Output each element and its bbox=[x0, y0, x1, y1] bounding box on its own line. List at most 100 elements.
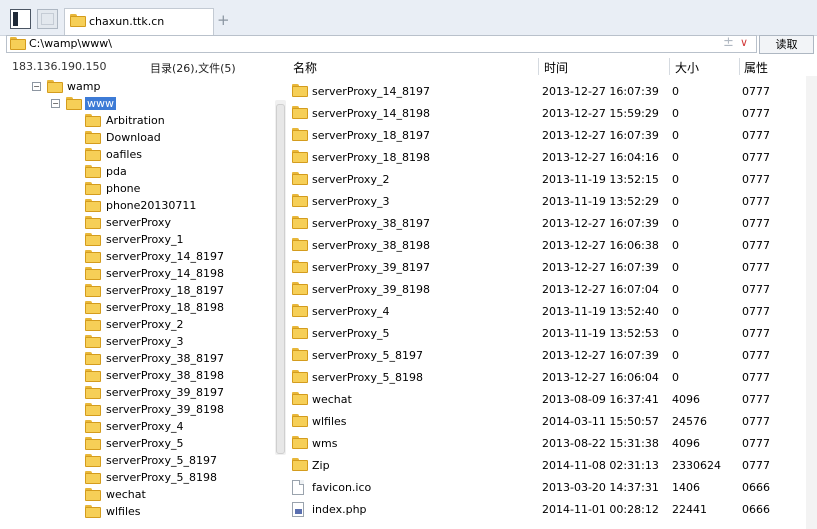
tree-item[interactable]: serverProxy_3 bbox=[0, 333, 275, 350]
file-row[interactable]: serverProxy_5 2013-11-19 13:52:53 0 0777 bbox=[286, 322, 806, 344]
folder-icon bbox=[85, 182, 101, 195]
tree-item[interactable]: serverProxy_38_8198 bbox=[0, 367, 275, 384]
tree-item-wamp[interactable]: − wamp bbox=[0, 78, 275, 95]
column-size-header[interactable]: 大小 bbox=[675, 59, 699, 76]
folder-icon bbox=[85, 284, 101, 297]
folder-icon bbox=[292, 304, 308, 317]
file-row[interactable]: serverProxy_5_8197 2013-12-27 16:07:39 0 07… bbox=[286, 344, 806, 366]
tree-item[interactable]: pda bbox=[0, 163, 275, 180]
tree-item[interactable]: serverProxy_39_8198 bbox=[0, 401, 275, 418]
folder-icon bbox=[85, 420, 101, 433]
tree-item[interactable]: Download bbox=[0, 129, 275, 146]
file-name: favicon.ico bbox=[312, 481, 372, 494]
tree-item-label: serverProxy_14_8197 bbox=[106, 250, 224, 263]
folder-icon bbox=[85, 148, 101, 161]
file-attr: 0777 bbox=[742, 261, 770, 274]
new-window-button[interactable] bbox=[37, 9, 58, 29]
folder-icon bbox=[66, 97, 82, 110]
file-size: 0 bbox=[672, 261, 679, 274]
file-row[interactable]: serverProxy_4 2013-11-19 13:52:40 0 0777 bbox=[286, 300, 806, 322]
tree-item[interactable]: phone20130711 bbox=[0, 197, 275, 214]
file-row[interactable]: serverProxy_14_8197 2013-12-27 16:07:39 0 0… bbox=[286, 80, 806, 102]
tree-item[interactable]: serverProxy_4 bbox=[0, 418, 275, 435]
folder-icon bbox=[292, 84, 308, 97]
tree-item[interactable]: serverProxy_1 bbox=[0, 231, 275, 248]
file-time: 2014-11-08 02:31:13 bbox=[542, 459, 659, 472]
tree-item[interactable]: Arbitration bbox=[0, 112, 275, 129]
address-bar[interactable]: C:\wamp\www\ ± ∨ bbox=[6, 35, 757, 53]
tree-item-label: phone bbox=[106, 182, 141, 195]
file-row[interactable]: Zip 2014-11-08 02:31:13 2330624 0777 bbox=[286, 454, 806, 476]
toggle-panel-button[interactable] bbox=[10, 9, 31, 29]
file-row[interactable]: serverProxy_38_8197 2013-12-27 16:07:39 0 0… bbox=[286, 212, 806, 234]
collapse-icon[interactable]: − bbox=[51, 99, 60, 108]
tree-item-www[interactable]: − www bbox=[0, 95, 275, 112]
file-name: index.php bbox=[312, 503, 367, 516]
file-row[interactable]: serverProxy_39_8197 2013-12-27 16:07:39 0 0… bbox=[286, 256, 806, 278]
file-list-scrollbar[interactable] bbox=[806, 76, 817, 529]
collapse-icon[interactable]: − bbox=[32, 82, 41, 91]
column-name-header[interactable]: 名称 bbox=[293, 59, 317, 76]
tree-item[interactable]: serverProxy_18_8197 bbox=[0, 282, 275, 299]
tree-item[interactable]: phone bbox=[0, 180, 275, 197]
file-row[interactable]: wechat 2013-08-09 16:37:41 4096 0777 bbox=[286, 388, 806, 410]
tree-item-label: serverProxy_38_8198 bbox=[106, 369, 224, 382]
tree-item[interactable]: serverProxy_14_8198 bbox=[0, 265, 275, 282]
tree-item[interactable]: wechat bbox=[0, 486, 275, 503]
file-row[interactable]: serverProxy_14_8198 2013-12-27 15:59:29 0 0… bbox=[286, 102, 806, 124]
tree-item[interactable]: serverProxy_14_8197 bbox=[0, 248, 275, 265]
file-row[interactable]: serverProxy_18_8197 2013-12-27 16:07:39 0 0… bbox=[286, 124, 806, 146]
file-row[interactable]: serverProxy_2 2013-11-19 13:52:15 0 0777 bbox=[286, 168, 806, 190]
tree-item[interactable]: serverProxy_39_8197 bbox=[0, 384, 275, 401]
file-row[interactable]: index.php 2014-11-01 00:28:12 22441 0666 bbox=[286, 498, 806, 520]
tree-item-label: pda bbox=[106, 165, 127, 178]
file-attr: 0777 bbox=[742, 85, 770, 98]
tree-item[interactable]: serverProxy_18_8198 bbox=[0, 299, 275, 316]
address-path[interactable]: C:\wamp\www\ bbox=[29, 37, 112, 50]
tab-active[interactable]: chaxun.ttk.cn bbox=[64, 8, 214, 36]
tree-item[interactable]: oafiles bbox=[0, 146, 275, 163]
tree-item-label: wlfiles bbox=[106, 505, 141, 518]
column-attr-header[interactable]: 属性 bbox=[744, 59, 768, 76]
read-button[interactable]: 读取 bbox=[759, 35, 814, 54]
file-row[interactable]: serverProxy_18_8198 2013-12-27 16:04:16 0 0… bbox=[286, 146, 806, 168]
tree-scrollbar-thumb[interactable] bbox=[276, 104, 285, 454]
file-time: 2013-03-20 14:37:31 bbox=[542, 481, 659, 494]
column-divider[interactable] bbox=[538, 58, 539, 75]
file-row[interactable]: serverProxy_5_8198 2013-12-27 16:06:04 0 07… bbox=[286, 366, 806, 388]
folder-icon bbox=[85, 114, 101, 127]
file-name: serverProxy_18_8198 bbox=[312, 151, 430, 164]
file-attr: 0777 bbox=[742, 349, 770, 362]
file-attr: 0666 bbox=[742, 503, 770, 516]
chevron-down-icon[interactable]: ∨ bbox=[740, 36, 748, 49]
file-time: 2013-12-27 16:06:04 bbox=[542, 371, 659, 384]
file-size: 0 bbox=[672, 107, 679, 120]
column-divider[interactable] bbox=[669, 58, 670, 75]
file-name: serverProxy_39_8197 bbox=[312, 261, 430, 274]
file-name: serverProxy_39_8198 bbox=[312, 283, 430, 296]
file-attr: 0777 bbox=[742, 173, 770, 186]
tree-item[interactable]: serverProxy_38_8197 bbox=[0, 350, 275, 367]
file-row[interactable]: wms 2013-08-22 15:31:38 4096 0777 bbox=[286, 432, 806, 454]
file-icon bbox=[292, 480, 304, 495]
file-name: serverProxy_18_8197 bbox=[312, 129, 430, 142]
tree-item[interactable]: wlfiles bbox=[0, 503, 275, 520]
column-time-header[interactable]: 时间 bbox=[544, 59, 568, 76]
file-row[interactable]: serverProxy_38_8198 2013-12-27 16:06:38 0 0… bbox=[286, 234, 806, 256]
tree-item-label: serverProxy_5 bbox=[106, 437, 184, 450]
file-row[interactable]: wlfiles 2014-03-11 15:50:57 24576 0777 bbox=[286, 410, 806, 432]
tree-item[interactable]: serverProxy_5_8198 bbox=[0, 469, 275, 486]
file-name: serverProxy_14_8197 bbox=[312, 85, 430, 98]
tree-item[interactable]: serverProxy_5 bbox=[0, 435, 275, 452]
tree-item[interactable]: serverProxy_2 bbox=[0, 316, 275, 333]
file-row[interactable]: favicon.ico 2013-03-20 14:37:31 1406 0666 bbox=[286, 476, 806, 498]
tree-item[interactable]: serverProxy bbox=[0, 214, 275, 231]
file-row[interactable]: serverProxy_39_8198 2013-12-27 16:07:04 0 0… bbox=[286, 278, 806, 300]
column-divider[interactable] bbox=[739, 58, 740, 75]
file-size: 0 bbox=[672, 217, 679, 230]
add-tab-button[interactable]: + bbox=[217, 11, 230, 29]
tree-scrollbar[interactable] bbox=[275, 100, 286, 455]
tree-item[interactable]: serverProxy_5_8197 bbox=[0, 452, 275, 469]
bookmark-toggle-icon[interactable]: ± bbox=[723, 35, 734, 50]
file-row[interactable]: serverProxy_3 2013-11-19 13:52:29 0 0777 bbox=[286, 190, 806, 212]
